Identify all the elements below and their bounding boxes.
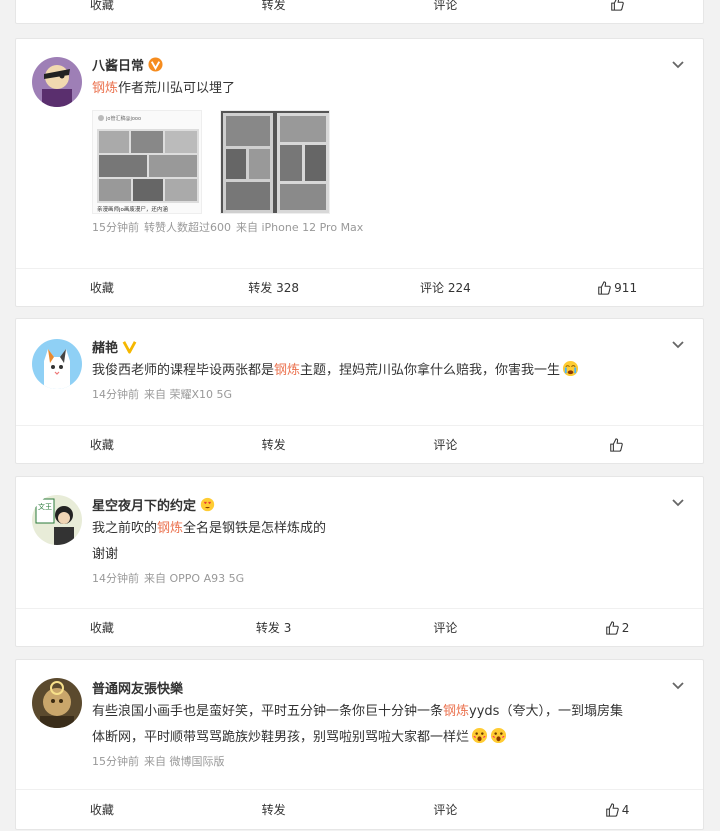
action-bar: 收藏 转发 评论 (16, 0, 703, 23)
verified-orange-icon (148, 56, 163, 72)
timestamp[interactable]: 14分钟前 (92, 388, 139, 401)
post-text-after: 全名是钢铁是怎样炼成的 (183, 521, 327, 536)
repost-label: 转发 (261, 803, 286, 817)
post-text: 我俊西老师的课程毕设两张都是钢炼主题，捏妈荒川弘你拿什么赔我，你害我一生 (92, 358, 685, 384)
heart-eyes-emoji-icon (200, 497, 215, 511)
thumbs-up-icon (606, 620, 619, 635)
like-button[interactable]: 4 (531, 803, 703, 817)
source: 来自 OPPO A93 5G (144, 572, 245, 585)
thumbs-up-icon (606, 802, 619, 817)
comment-button[interactable]: 评论 (360, 0, 532, 13)
topic-link[interactable]: 钢炼 (443, 704, 469, 719)
post-meta: 15分钟前 转赞人数超过600 来自 iPhone 12 Pro Max (92, 218, 685, 238)
like-count: 911 (614, 280, 638, 295)
post-card: 文王 星空夜月下的约定 我之前吹的钢炼全名是钢铁是怎样炼成的 谢谢 14分钟前 来自… (15, 476, 704, 647)
like-count: 4 (621, 802, 630, 817)
grimace-emoji-icon (490, 727, 507, 744)
source: 来自 微博国际版 (144, 755, 225, 768)
favorite-button[interactable]: 收藏 (16, 619, 188, 636)
comment-button[interactable]: 评论 (360, 436, 532, 453)
action-bar: 收藏 转发 评论 4 (16, 789, 703, 829)
repost-button[interactable]: 转发 328 (188, 279, 360, 296)
favorite-label: 收藏 (89, 803, 114, 817)
post-text-line2: 谢谢 (92, 547, 119, 562)
post-card: 八酱日常 钢炼作者荒川弘可以埋了 jo管汇稿@jooo 亲漫画师jo画废漫尸，还… (15, 38, 704, 307)
comment-label: 评论 (433, 621, 458, 635)
topic-link[interactable]: 钢炼 (274, 363, 300, 378)
like-button[interactable] (531, 0, 703, 11)
image-grid: jo管汇稿@jooo 亲漫画师jo画废漫尸，还内涵 (92, 110, 685, 214)
favorite-button[interactable]: 收藏 (16, 436, 188, 453)
post-image[interactable] (220, 110, 330, 214)
source: 来自 荣耀X10 5G (144, 388, 233, 401)
repost-label: 转发 328 (248, 281, 299, 295)
topic-link[interactable]: 钢炼 (157, 521, 183, 536)
post-text: 有些浪国小画手也是蛮好笑，平时五分钟一条你巨十分钟一条钢炼yyds（夸大），一到… (92, 699, 695, 751)
post-text-after: yyds（夸大），一到塌房集 (469, 704, 623, 719)
favorite-label: 收藏 (89, 621, 114, 635)
post-card: 赭艳 我俊西老师的课程毕设两张都是钢炼主题，捏妈荒川弘你拿什么赔我，你害我一生 … (15, 318, 704, 464)
favorite-label: 收藏 (89, 281, 114, 295)
favorite-button[interactable]: 收藏 (16, 279, 188, 296)
timestamp[interactable]: 14分钟前 (92, 572, 139, 585)
post-meta: 14分钟前 来自 OPPO A93 5G (92, 569, 685, 589)
repost-count-note: 转赞人数超过600 (144, 221, 231, 234)
grimace-emoji-icon (471, 727, 488, 744)
comment-label: 评论 (433, 438, 458, 452)
post-text: 钢炼作者荒川弘可以埋了 (92, 76, 685, 102)
post-meta: 14分钟前 来自 荣耀X10 5G (92, 385, 685, 405)
post-image[interactable]: jo管汇稿@jooo 亲漫画师jo画废漫尸，还内涵 (92, 110, 202, 214)
post-text-rest: 作者荒川弘可以埋了 (118, 81, 236, 96)
image-user-text: jo管汇稿@jooo (105, 115, 141, 122)
username[interactable]: 八酱日常 (92, 55, 144, 74)
repost-button[interactable]: 转发 (188, 801, 360, 818)
comment-label: 评论 (433, 803, 458, 817)
thumbs-up-icon (609, 437, 623, 452)
action-bar: 收藏 转发 3 评论 2 (16, 608, 703, 646)
favorite-label: 收藏 (89, 0, 114, 12)
comment-label: 评论 224 (420, 281, 471, 295)
repost-button[interactable]: 转发 3 (188, 619, 360, 636)
post-card-partial: 收藏 转发 评论 (15, 0, 704, 24)
thumbs-up-icon (598, 280, 611, 295)
favorite-label: 收藏 (89, 438, 114, 452)
repost-label: 转发 (261, 0, 286, 12)
username[interactable]: 赭艳 (92, 337, 118, 356)
repost-label: 转发 3 (255, 621, 292, 635)
post-card: 普通网友張快樂 有些浪国小画手也是蛮好笑，平时五分钟一条你巨十分钟一条钢炼yyd… (15, 659, 704, 830)
post-text-line2: 体断网，平时顺带骂骂跪族炒鞋男孩，别骂啦别骂啦大家都一样烂 (92, 730, 470, 745)
crying-emoji-icon (562, 360, 579, 377)
like-button[interactable]: 911 (531, 281, 703, 295)
post-text-before: 我俊西老师的课程毕设两张都是 (92, 363, 275, 378)
image-caption: 亲漫画师jo画废漫尸，还内涵 (97, 205, 168, 213)
repost-button[interactable]: 转发 (188, 436, 360, 453)
comment-button[interactable]: 评论 (360, 619, 532, 636)
source: 来自 iPhone 12 Pro Max (236, 221, 364, 234)
post-text: 我之前吹的钢炼全名是钢铁是怎样炼成的谢谢 (92, 516, 685, 568)
comment-button[interactable]: 评论 (360, 801, 532, 818)
post-meta: 15分钟前 来自 微博国际版 (92, 752, 695, 772)
action-bar: 收藏 转发 328 评论 224 911 (16, 268, 703, 306)
timestamp[interactable]: 15分钟前 (92, 755, 139, 768)
like-count: 2 (621, 620, 630, 635)
verified-yellow-icon (122, 340, 137, 354)
like-button[interactable] (531, 437, 703, 452)
post-text-before: 有些浪国小画手也是蛮好笑，平时五分钟一条你巨十分钟一条 (92, 704, 444, 719)
username[interactable]: 普通网友張快樂 (92, 678, 183, 697)
thumbs-up-icon (611, 0, 624, 11)
action-bar: 收藏 转发 评论 (16, 425, 703, 463)
favorite-button[interactable]: 收藏 (16, 0, 188, 13)
post-text-after: 主题，捏妈荒川弘你拿什么赔我，你害我一生 (300, 363, 561, 378)
comment-label: 评论 (433, 0, 458, 12)
like-button[interactable]: 2 (531, 621, 703, 635)
topic-link[interactable]: 钢炼 (92, 81, 118, 96)
repost-button[interactable]: 转发 (188, 0, 360, 13)
username[interactable]: 星空夜月下的约定 (92, 495, 196, 514)
repost-label: 转发 (261, 438, 286, 452)
favorite-button[interactable]: 收藏 (16, 801, 188, 818)
post-text-before: 我之前吹的 (92, 521, 158, 536)
timestamp[interactable]: 15分钟前 (92, 221, 139, 234)
comment-button[interactable]: 评论 224 (360, 279, 532, 296)
